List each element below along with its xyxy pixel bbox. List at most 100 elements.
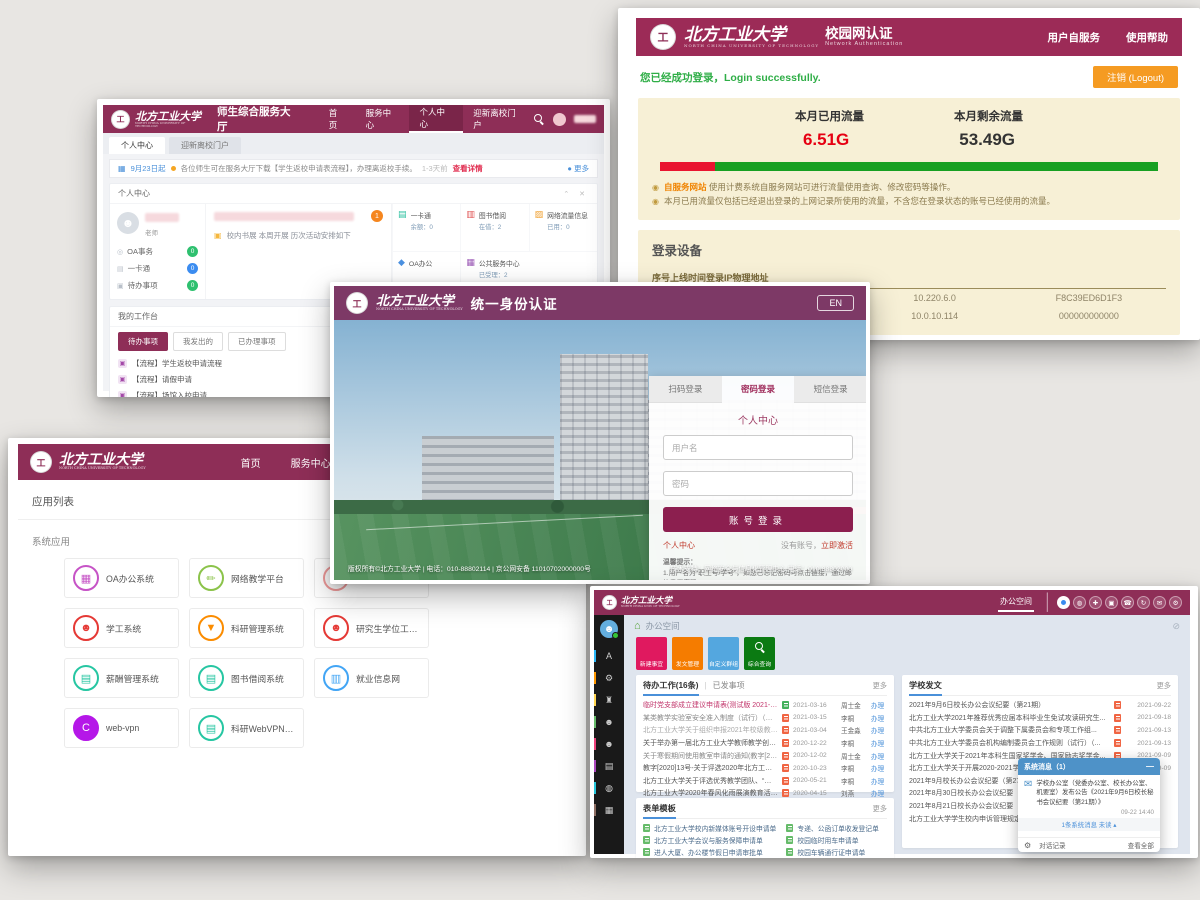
notices-more-link[interactable]: 更多	[1157, 681, 1171, 691]
netauth-link[interactable]: 用户自服务	[1048, 30, 1101, 45]
oa-quick-tile[interactable]: 综合查询	[744, 637, 775, 670]
oa-sidebar-icon[interactable]: A	[594, 645, 624, 667]
portal-nav-item[interactable]: 首页	[319, 105, 356, 133]
app-card[interactable]: ▤ 薪酬管理系统	[64, 658, 179, 698]
todo-handle-link[interactable]: 办理	[871, 763, 887, 773]
todo-handle-link[interactable]: 办理	[871, 776, 887, 786]
search-icon[interactable]	[534, 114, 545, 125]
todo-handle-link[interactable]: 办理	[871, 700, 887, 710]
todo-handle-link[interactable]: 办理	[871, 738, 887, 748]
password-input[interactable]	[663, 471, 853, 496]
oa-quick-tile[interactable]: 自定义群组	[708, 637, 739, 670]
oa-quick-tile[interactable]: 发文管理	[672, 637, 703, 670]
app-card[interactable]: ▤ 图书借阅系统	[189, 658, 304, 698]
message-row[interactable]: ▣ 校内书展 本周开展 历次活动安排如下	[214, 230, 383, 241]
todo-more-link[interactable]: 更多	[873, 681, 887, 691]
app-card[interactable]: ☻ 学工系统	[64, 608, 179, 648]
oa-sidebar-icon[interactable]: ▦	[594, 799, 624, 821]
note-link[interactable]: 自服务网站	[664, 182, 707, 192]
sent-items-tab[interactable]: 已发事项	[713, 680, 745, 691]
announcement-bar[interactable]: ▦ 9月23日起 各位师生可在服务大厅下载【学生返校申请表流程】，办理离返校手续…	[109, 159, 598, 178]
todo-row[interactable]: 北方工业大学关于评选优秀教学团队、“最美课堂”的... 2020-05-21 李…	[643, 775, 887, 788]
app-card[interactable]: ▥ 就业信息网	[314, 658, 429, 698]
portal-nav-item[interactable]: 服务中心	[356, 105, 410, 133]
avatar[interactable]	[553, 113, 566, 126]
oa-sidebar-icon[interactable]: ☻	[594, 733, 624, 755]
oa-sidebar-icon[interactable]: ☻	[594, 711, 624, 733]
oa-sidebar-icon[interactable]: ♜	[594, 689, 624, 711]
forms-title[interactable]: 表单模板	[643, 802, 676, 819]
logout-button[interactable]: 注销 (Logout)	[1093, 66, 1178, 88]
form-template-item[interactable]: 进人大厦、办公楼节假日申请审批单	[643, 846, 776, 858]
portal-tab[interactable]: 个人中心	[109, 137, 165, 154]
language-toggle-button[interactable]: EN	[817, 295, 854, 311]
todo-row[interactable]: 教字[2020]13号-关于评选2020年北方工业大学教学名师、青... 202…	[643, 762, 887, 775]
form-template-item[interactable]: 北方工业大学会议与服务保障申请单	[643, 834, 776, 846]
login-tab[interactable]: 密码登录	[722, 376, 795, 403]
view-all-link[interactable]: 查看全部	[1128, 840, 1154, 850]
oa-toolbar-icon[interactable]: ◍	[1073, 596, 1086, 609]
todo-row[interactable]: 关于寒假期间使用教室申请的通知(教字[2020]17号) 2020-12-02 …	[643, 749, 887, 762]
oa-avatar[interactable]: ☻	[600, 620, 618, 638]
oa-toolbar-icon[interactable]: ✚	[1089, 596, 1102, 609]
forms-more-link[interactable]: 更多	[873, 804, 887, 814]
todo-handle-link[interactable]: 办理	[871, 713, 887, 723]
login-tab[interactable]: 短信登录	[794, 376, 866, 403]
portal-nav-item[interactable]: 迎新离校门户	[463, 105, 534, 133]
card-collapse-close[interactable]: ⌃ ✕	[563, 190, 589, 198]
content-settings-icon[interactable]: ⊘	[1172, 621, 1180, 632]
oa-toolbar-icon[interactable]: ▣	[1105, 596, 1118, 609]
applist-nav-item[interactable]: 首页	[241, 455, 261, 470]
service-tile[interactable]: ▤ 一卡通 余额：0	[392, 204, 460, 252]
todo-handle-link[interactable]: 办理	[871, 788, 887, 798]
app-card[interactable]: ☻ 研究生学位工作平台	[314, 608, 429, 648]
unread-count-bar[interactable]: 1条系统消息 未读 ▴	[1018, 818, 1160, 831]
app-card[interactable]: ✏ 网络教学平台	[189, 558, 304, 598]
oa-sidebar-icon[interactable]: ▤	[594, 755, 624, 777]
todo-handle-link[interactable]: 办理	[871, 751, 887, 761]
oa-quick-tile[interactable]: 新建事宜	[636, 637, 667, 670]
home-icon[interactable]: ⌂	[634, 620, 641, 632]
form-template-item[interactable]: 北方工业大学校内新媒体账号开设申请单	[643, 822, 776, 834]
personal-center-link[interactable]: 个人中心	[663, 540, 695, 551]
oa-toolbar-icon[interactable]: ☎	[1121, 596, 1134, 609]
login-submit-button[interactable]: 账号登录	[663, 507, 853, 532]
notice-row[interactable]: 2021年9月6日校长办公会议纪要（第21期） 2021-09-22	[909, 699, 1171, 712]
app-card[interactable]: ▤ 科研WebVPN访问	[189, 708, 304, 748]
quick-list-item[interactable]: ▤ 一卡通 0	[117, 260, 198, 277]
oa-sidebar-icon[interactable]: ⚙	[594, 667, 624, 689]
form-template-item[interactable]: 专递、公函订单收发登记单	[786, 822, 919, 834]
service-tile[interactable]: ▥ 图书借阅 在借：2	[460, 204, 528, 252]
todo-title[interactable]: 待办工作(16条)	[643, 679, 699, 696]
todo-row[interactable]: 临时党支部成立建议申请表(测试版 2021-03-16 10:41) 2021-…	[643, 699, 887, 712]
minimize-icon[interactable]: —	[1146, 762, 1154, 771]
todo-row[interactable]: 北方工业大学关于组织申报2021年校级教学改革课题及教... 2021-03-0…	[643, 724, 887, 737]
app-card[interactable]: ▼ 科研管理系统	[189, 608, 304, 648]
announcement-more[interactable]: ● 更多	[567, 163, 589, 174]
username-input[interactable]	[663, 435, 853, 460]
notice-row[interactable]: 中共北方工业大学委员会关于调整下属委员会和专项工作组... 2021-09-13	[909, 724, 1171, 737]
workbench-tab[interactable]: 待办事项	[118, 332, 168, 351]
workbench-tab[interactable]: 我发出的	[173, 332, 223, 351]
oa-toolbar-icon[interactable]: ⚙	[1169, 596, 1182, 609]
activate-link[interactable]: 立即激活	[821, 541, 853, 550]
todo-row[interactable]: 关于举办第一届北方工业大学教师教学创新大赛的通知（教... 2020-12-22…	[643, 737, 887, 750]
form-template-item[interactable]: 校园车辆通行证申请单	[786, 846, 919, 858]
app-card[interactable]: ▦ OA办公系统	[64, 558, 179, 598]
form-template-item[interactable]: 校园临时用车申请单	[786, 834, 919, 846]
notice-row[interactable]: 北方工业大学2021年推荐优秀应届本科毕业生免试攻读研究生... 2021-09…	[909, 712, 1171, 725]
notices-title[interactable]: 学校发文	[909, 679, 942, 696]
quick-list-item[interactable]: ▣ 待办事项 0	[117, 277, 198, 294]
quick-list-item[interactable]: ◎ OA事务 0	[117, 243, 198, 260]
portal-tab[interactable]: 迎新离校门户	[169, 137, 241, 154]
oa-sidebar-icon[interactable]: ◍	[594, 777, 624, 799]
login-tab[interactable]: 扫码登录	[649, 376, 722, 403]
oa-toolbar-icon[interactable]	[1057, 596, 1070, 609]
oa-toolbar-icon[interactable]: ↻	[1137, 596, 1150, 609]
gear-icon[interactable]: ⚙	[1024, 841, 1031, 850]
portal-nav-item[interactable]: 个人中心	[409, 105, 463, 133]
service-tile[interactable]: ▨ 网络流量信息 已用：0	[529, 204, 597, 252]
todo-handle-link[interactable]: 办理	[871, 725, 887, 735]
netauth-link[interactable]: 使用帮助	[1126, 30, 1168, 45]
applist-nav-item[interactable]: 服务中心	[291, 455, 331, 470]
